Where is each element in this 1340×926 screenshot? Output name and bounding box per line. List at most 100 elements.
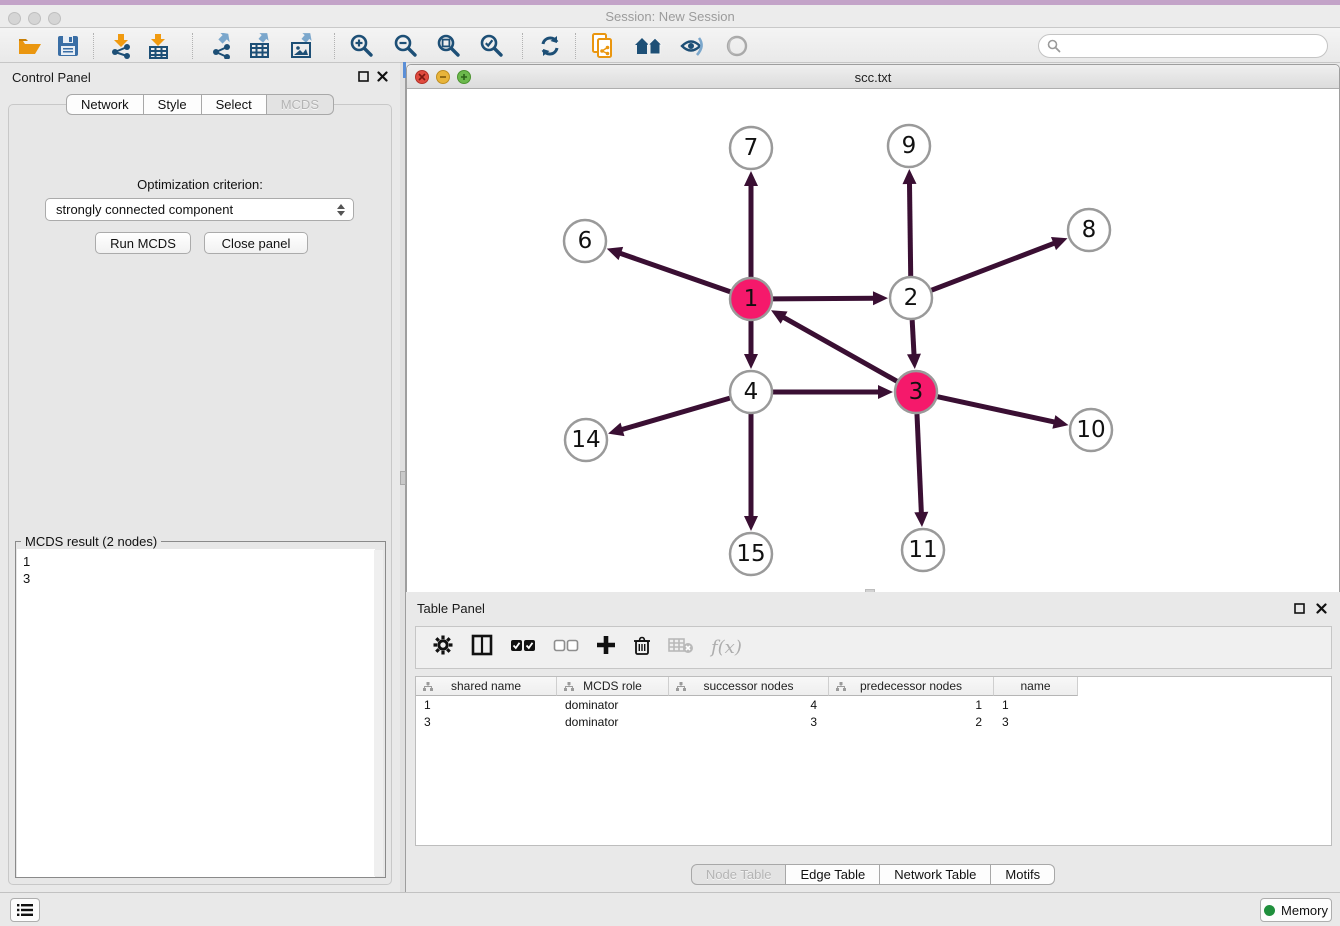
tab-edge-table[interactable]: Edge Table xyxy=(786,864,880,885)
open-session-button[interactable] xyxy=(12,31,48,61)
float-panel-icon[interactable] xyxy=(357,70,370,83)
run-mcds-button[interactable]: Run MCDS xyxy=(95,232,191,254)
search-input[interactable] xyxy=(1038,34,1328,58)
window-title: Session: New Session xyxy=(0,9,1340,24)
optimization-criterion-select[interactable]: strongly connected component xyxy=(45,198,354,221)
cell-r1-name[interactable]: 3 xyxy=(994,713,1078,730)
tab-style[interactable]: Style xyxy=(144,94,202,115)
select-all-button[interactable] xyxy=(510,639,536,657)
save-session-button[interactable] xyxy=(50,31,86,61)
column-header-MCDS-role[interactable]: MCDS role xyxy=(557,677,669,696)
memory-label: Memory xyxy=(1281,903,1328,918)
node-table[interactable]: shared nameMCDS rolesuccessor nodesprede… xyxy=(415,676,1332,846)
preview-toggle-button[interactable] xyxy=(719,31,755,61)
arrowhead-4-15 xyxy=(744,516,758,531)
column-header-label: predecessor nodes xyxy=(829,679,993,693)
mcds-result-list[interactable]: 13 xyxy=(17,549,375,877)
network-canvas[interactable]: 7968124314101511 xyxy=(407,90,1339,592)
save-floppy-icon xyxy=(57,35,79,57)
network-graph[interactable]: 7968124314101511 xyxy=(407,90,1339,592)
cell-r1-shared-name[interactable]: 3 xyxy=(416,713,557,730)
edge-1-2[interactable] xyxy=(773,298,875,299)
edge-1-6[interactable] xyxy=(619,253,730,292)
edge-4-14[interactable] xyxy=(621,398,730,430)
node-label-11: 11 xyxy=(908,537,937,563)
task-history-button[interactable] xyxy=(10,898,40,922)
arrowhead-1-7 xyxy=(744,171,758,186)
node-label-9: 9 xyxy=(902,133,917,159)
zoom-fit-button[interactable] xyxy=(431,31,467,61)
cell-r0-name[interactable]: 1 xyxy=(994,696,1078,713)
column-header-label: name xyxy=(994,679,1077,693)
table-panel-tabs: Node TableEdge TableNetwork TableMotifs xyxy=(406,864,1340,885)
export-table-button[interactable] xyxy=(243,31,279,61)
zoom-selected-button[interactable] xyxy=(474,31,510,61)
table-settings-button[interactable] xyxy=(432,634,454,661)
close-table-panel-icon[interactable] xyxy=(1315,602,1328,615)
edge-3-1[interactable] xyxy=(782,317,896,382)
tab-node-table[interactable]: Node Table xyxy=(691,864,787,885)
cell-r0-predecessor-nodes[interactable]: 1 xyxy=(829,696,994,713)
mcds-result-group: MCDS result (2 nodes) 13 xyxy=(15,541,386,878)
show-columns-button[interactable] xyxy=(471,634,493,661)
cell-r0-MCDS-role[interactable]: dominator xyxy=(557,696,669,713)
edge-3-10[interactable] xyxy=(937,397,1055,423)
column-header-successor-nodes[interactable]: successor nodes xyxy=(669,677,829,696)
tab-mcds[interactable]: MCDS xyxy=(267,94,334,115)
arrowhead-2-3 xyxy=(907,354,921,369)
edge-2-9[interactable] xyxy=(909,182,910,276)
gear-icon xyxy=(432,634,454,656)
clone-network-button[interactable] xyxy=(585,31,621,61)
close-panel-icon[interactable] xyxy=(376,70,389,83)
import-network-button[interactable] xyxy=(103,31,139,61)
node-label-7: 7 xyxy=(744,135,759,161)
cell-r0-shared-name[interactable]: 1 xyxy=(416,696,557,713)
cell-r1-predecessor-nodes[interactable]: 2 xyxy=(829,713,994,730)
float-table-panel-icon[interactable] xyxy=(1293,602,1306,615)
export-network-icon xyxy=(209,33,235,59)
memory-button[interactable]: Memory xyxy=(1260,898,1332,922)
control-panel-tabs: NetworkStyleSelectMCDS xyxy=(0,94,400,115)
refresh-button[interactable] xyxy=(532,31,568,61)
tab-network[interactable]: Network xyxy=(66,94,144,115)
cell-r1-MCDS-role[interactable]: dominator xyxy=(557,713,669,730)
zoom-out-icon xyxy=(393,33,419,59)
network-window-titlebar[interactable]: scc.txt xyxy=(407,65,1339,89)
export-image-button[interactable] xyxy=(285,31,321,61)
hide-elements-button[interactable] xyxy=(675,31,711,61)
result-scrollbar[interactable] xyxy=(374,550,383,876)
edge-2-8[interactable] xyxy=(932,243,1056,290)
tab-motifs[interactable]: Motifs xyxy=(991,864,1055,885)
cell-r0-successor-nodes[interactable]: 4 xyxy=(669,696,829,713)
table-panel-title: Table Panel xyxy=(417,601,485,616)
zoom-in-button[interactable] xyxy=(344,31,380,61)
delete-table-icon xyxy=(668,636,694,654)
cell-r1-successor-nodes[interactable]: 3 xyxy=(669,713,829,730)
edge-3-11[interactable] xyxy=(917,414,921,514)
column-header-predecessor-nodes[interactable]: predecessor nodes xyxy=(829,677,994,696)
deselect-all-button[interactable] xyxy=(553,639,579,657)
column-header-shared-name[interactable]: shared name xyxy=(416,677,557,696)
shared-column-icon xyxy=(836,682,846,691)
tab-network-table[interactable]: Network Table xyxy=(880,864,991,885)
zoom-in-icon xyxy=(349,33,375,59)
delete-rows-button[interactable] xyxy=(633,635,651,661)
tab-select[interactable]: Select xyxy=(202,94,267,115)
close-panel-button[interactable]: Close panel xyxy=(204,232,308,254)
column-header-name[interactable]: name xyxy=(994,677,1078,696)
eye-slash-icon xyxy=(679,34,707,58)
export-network-button[interactable] xyxy=(204,31,240,61)
mcds-tab-content: Optimization criterion: strongly connect… xyxy=(8,104,392,885)
import-table-button[interactable] xyxy=(140,31,176,61)
toolbar-separator xyxy=(192,33,193,59)
zoom-selected-icon xyxy=(479,33,505,59)
plus-icon xyxy=(596,635,616,655)
edge-2-3[interactable] xyxy=(912,320,914,356)
shared-column-icon xyxy=(564,682,574,691)
add-row-button[interactable] xyxy=(596,635,616,660)
zoom-out-button[interactable] xyxy=(388,31,424,61)
optimization-criterion-label: Optimization criterion: xyxy=(9,177,391,192)
table-toolbar: f(x) xyxy=(415,626,1332,669)
home-view-button[interactable] xyxy=(631,31,667,61)
export-table-icon xyxy=(248,33,274,59)
